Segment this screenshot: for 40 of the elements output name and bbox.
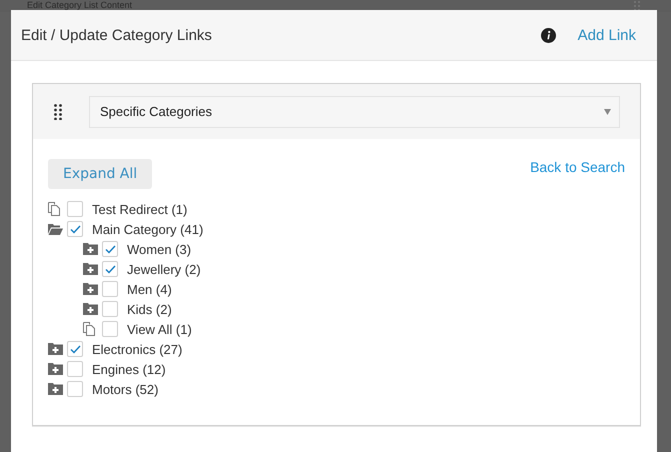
document-icon	[48, 202, 61, 216]
info-icon[interactable]	[540, 28, 556, 42]
category-label[interactable]: View All (1)	[127, 322, 192, 336]
category-label[interactable]: Main Category (41)	[92, 222, 204, 236]
category-type-dropdown[interactable]: Specific Categories	[89, 96, 620, 128]
checkbox[interactable]	[67, 381, 83, 397]
checkbox[interactable]	[102, 281, 118, 297]
checkmark-icon	[104, 244, 116, 254]
checkbox[interactable]	[67, 361, 83, 377]
category-label[interactable]: Engines (12)	[92, 362, 166, 376]
category-label[interactable]: Electronics (27)	[92, 342, 182, 356]
checkmark-icon	[70, 224, 80, 234]
open-folder-icon[interactable]	[48, 224, 63, 234]
dialog-title: Edit / Update Category Links	[21, 26, 213, 44]
grip-icon	[633, 0, 641, 10]
document-icon	[83, 322, 96, 336]
category-label[interactable]: Jewellery (2)	[127, 262, 201, 276]
folder-plus-icon[interactable]	[83, 283, 98, 295]
checkbox[interactable]	[102, 321, 118, 337]
category-label[interactable]: Men (4)	[127, 282, 172, 296]
folder-plus-icon[interactable]	[83, 263, 98, 275]
checkbox[interactable]	[67, 221, 83, 237]
checkbox[interactable]	[102, 301, 118, 317]
folder-plus-icon[interactable]	[83, 243, 98, 255]
category-label[interactable]: Women (3)	[127, 242, 192, 256]
checkbox[interactable]	[67, 341, 83, 357]
folder-plus-icon[interactable]	[83, 303, 98, 315]
checkbox[interactable]	[67, 201, 83, 217]
checkbox[interactable]	[102, 261, 118, 277]
category-label[interactable]: Test Redirect (1)	[92, 202, 188, 216]
folder-plus-icon[interactable]	[48, 363, 63, 375]
checkmark-icon	[104, 264, 116, 274]
folder-plus-icon[interactable]	[48, 343, 63, 355]
category-label[interactable]: Kids (2)	[127, 302, 172, 316]
caret-icon	[604, 108, 611, 114]
checkbox[interactable]	[102, 241, 118, 257]
folder-plus-icon[interactable]	[48, 383, 63, 395]
category-label[interactable]: Motors (52)	[92, 382, 158, 396]
checkmark-icon	[70, 344, 80, 354]
drag-handle-icon[interactable]	[54, 104, 62, 120]
